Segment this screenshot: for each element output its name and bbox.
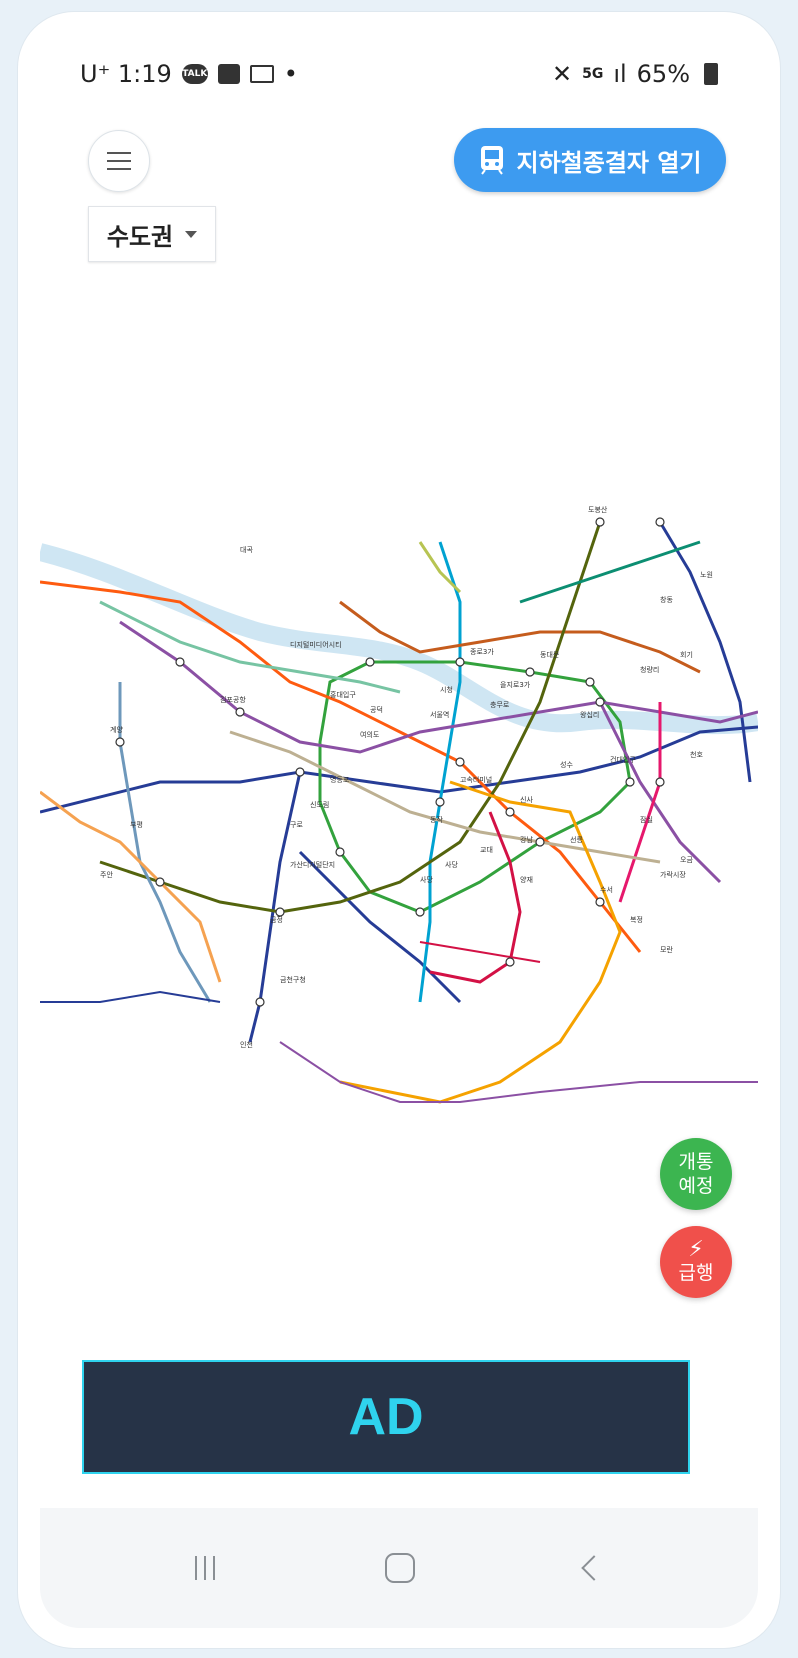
- map-label: 공덕: [370, 705, 383, 714]
- map-label: 신도림: [310, 800, 329, 809]
- map-label: 회기: [680, 650, 693, 659]
- map-label: 신사: [520, 795, 533, 804]
- dot-icon: •: [283, 60, 298, 88]
- map-label: 부평: [130, 820, 143, 829]
- map-label: 천호: [690, 750, 703, 759]
- map-label: 양재: [520, 876, 533, 884]
- ad-banner[interactable]: AD: [82, 1360, 690, 1474]
- subway-map[interactable]: 도봉산 노원 창동 동대문 종로3가 을지로3가 시청 서울역 충무로 동작 사…: [40, 482, 758, 1122]
- map-label: 고속터미널: [460, 775, 492, 784]
- map-label: 강남: [520, 835, 533, 844]
- ad-label: AD: [348, 1388, 424, 1446]
- open-app-button[interactable]: 지하철종결자 열기: [454, 128, 726, 192]
- map-label: 모란: [660, 946, 673, 954]
- time: U⁺ 1:19: [80, 60, 172, 88]
- map-label: 가산디지털단지: [290, 860, 335, 869]
- map-label: 구로: [290, 821, 303, 829]
- opening-soon-button[interactable]: 개통 예정: [660, 1138, 732, 1210]
- map-label: 잠실: [640, 815, 653, 824]
- hamburger-line: [107, 160, 131, 162]
- map-label: 주안: [100, 870, 113, 879]
- subway-map-canvas[interactable]: 도봉산 노원 창동 동대문 종로3가 을지로3가 시청 서울역 충무로 동작 사…: [40, 482, 758, 1122]
- home-icon[interactable]: [385, 1553, 415, 1583]
- map-label: 서울역: [430, 710, 449, 719]
- map-label: 디지털미디어시티: [290, 640, 342, 649]
- train-icon: [480, 146, 503, 175]
- map-label: 교대: [480, 846, 493, 854]
- system-nav-bar: [40, 1508, 758, 1628]
- recent-apps-icon[interactable]: [195, 1556, 215, 1580]
- plug-icon: ⚡: [688, 1237, 704, 1262]
- chevron-down-icon: [185, 230, 198, 238]
- map-label: 도봉산: [588, 505, 608, 514]
- menu-button[interactable]: [88, 130, 150, 192]
- back-icon[interactable]: [581, 1555, 607, 1581]
- battery-icon: [704, 63, 718, 85]
- map-label: 복정: [630, 915, 643, 924]
- map-label: 인천: [240, 1040, 253, 1049]
- map-label: 왕십리: [580, 710, 599, 719]
- status-bar: U⁺ 1:19 TALK • ✕ 5G ıl 65%: [40, 34, 758, 114]
- map-label: 여의도: [360, 730, 380, 739]
- map-label: 을지로3가: [500, 680, 531, 689]
- region-label: 수도권: [106, 222, 174, 251]
- map-label: 시청: [440, 686, 453, 694]
- map-label: 창동: [660, 596, 673, 604]
- battery-percent: 65%: [636, 60, 690, 88]
- map-label: 동대문: [540, 651, 560, 659]
- open-app-label: 지하철종결자 열기: [516, 148, 702, 177]
- map-label: 금천구청: [280, 975, 306, 984]
- map-label: 동작: [430, 815, 443, 824]
- map-label: 선릉: [570, 835, 583, 844]
- map-label: 금정: [270, 915, 283, 924]
- map-label: 가락시장: [660, 870, 686, 879]
- map-label: 오금: [680, 856, 693, 864]
- map-label: 대곡: [240, 546, 253, 554]
- map-label: 청량리: [640, 665, 659, 674]
- 5g-icon: 5G: [582, 66, 604, 82]
- map-label: 영등포: [330, 775, 350, 784]
- map-label: 사당: [445, 860, 458, 869]
- map-label: 건대입구: [610, 755, 636, 764]
- express-button[interactable]: ⚡ 급행: [660, 1226, 732, 1298]
- kakaotalk-icon: TALK: [181, 64, 208, 84]
- screen: U⁺ 1:19 TALK • ✕ 5G ıl 65% 지하철종결자 열기 수도권…: [40, 34, 758, 1628]
- opening-soon-label: 개통 예정: [678, 1151, 714, 1197]
- express-label: 급행: [678, 1262, 714, 1284]
- map-label: 홍대입구: [330, 690, 356, 699]
- map-label: 사당: [420, 875, 433, 884]
- photo-icon: [217, 64, 240, 84]
- signal-icon: ıl: [613, 60, 627, 88]
- hamburger-icon: [107, 152, 131, 154]
- mute-icon: ✕: [551, 60, 573, 88]
- map-label: 노원: [700, 570, 713, 579]
- map-label: 성수: [560, 760, 573, 769]
- map-label: 수서: [600, 885, 613, 894]
- region-dropdown[interactable]: 수도권: [88, 206, 216, 262]
- phone-frame: U⁺ 1:19 TALK • ✕ 5G ıl 65% 지하철종결자 열기 수도권…: [18, 12, 780, 1648]
- map-label: 충무로: [490, 700, 510, 709]
- hamburger-line: [107, 168, 131, 170]
- map-label: 김포공항: [220, 695, 246, 704]
- map-label: 종로3가: [470, 647, 494, 656]
- gmail-icon: [249, 65, 274, 83]
- map-label: 계양: [110, 725, 123, 734]
